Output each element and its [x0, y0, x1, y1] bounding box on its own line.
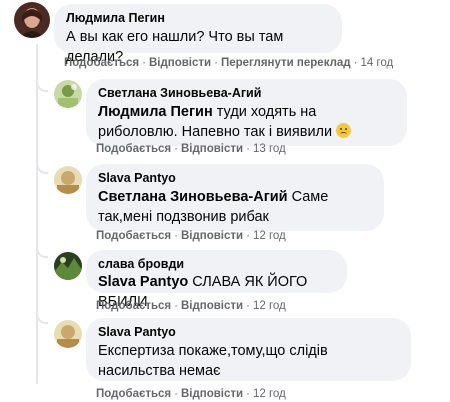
comment-author[interactable]: Slava Pantyo: [98, 171, 372, 186]
comment-bubble: Людмила Пегин А вы как его нашли? Что вы…: [54, 4, 342, 65]
comment-bubble: слава бровди Slava Pantyo СЛАВА ЯК ЙОГО …: [86, 250, 347, 310]
comment-author[interactable]: Светлана Зиновьева-Агий: [98, 86, 395, 101]
separator: ·: [246, 388, 250, 400]
avatar-photo-icon: [14, 2, 50, 38]
avatar-photo-icon: [54, 320, 82, 348]
comment-text: Светлана Зиновьева-Агий Саме так,мені по…: [98, 187, 372, 227]
comment-text: Людмила Пегин туди ходять на риболовлю. …: [98, 102, 395, 142]
like-button[interactable]: Подобається: [96, 388, 171, 400]
like-button[interactable]: Подобається: [64, 57, 139, 69]
like-button[interactable]: Подобається: [96, 230, 171, 242]
avatar[interactable]: [54, 320, 82, 348]
separator: ·: [246, 143, 250, 155]
separator: ·: [174, 388, 178, 400]
comment-bubble: Slava Pantyo Експертиза покаже,тому,що с…: [86, 318, 411, 381]
comment-timestamp[interactable]: 12 год: [253, 230, 286, 242]
comment-bubble: Slava Pantyo Светлана Зиновьева-Агий Сам…: [86, 164, 384, 231]
comment-actions: Подобається · Відповісти · 12 год: [96, 387, 286, 401]
comment-actions: Подобається · Відповісти · 13 год: [96, 142, 286, 156]
separator: ·: [174, 143, 178, 155]
separator: ·: [246, 230, 250, 242]
like-button[interactable]: Подобається: [96, 143, 171, 155]
comment-actions: Подобається · Відповісти · 12 год: [96, 299, 286, 313]
translate-button[interactable]: Переглянути переклад: [221, 57, 351, 69]
separator: ·: [174, 300, 178, 312]
mention-link[interactable]: Светлана Зиновьева-Агий: [98, 189, 288, 205]
comment-text: Експертиза покаже,тому,що слідів насильс…: [98, 343, 328, 379]
avatar[interactable]: [54, 252, 82, 280]
comment-actions: Подобається · Відповісти · 12 год: [96, 229, 286, 243]
separator: ·: [353, 57, 358, 69]
separator: ·: [214, 57, 218, 69]
reply-button[interactable]: Відповісти: [181, 388, 243, 400]
avatar-photo-icon: [54, 80, 82, 108]
comment-author[interactable]: Slava Pantyo: [98, 325, 399, 340]
reply-button[interactable]: Відповісти: [181, 230, 243, 242]
separator: ·: [174, 230, 178, 242]
avatar-photo-icon: [54, 166, 82, 194]
like-button[interactable]: Подобається: [96, 300, 171, 312]
avatar[interactable]: [14, 2, 50, 38]
comment-actions: Подобається · Відповісти · Переглянути перек…: [64, 56, 393, 70]
separator: ·: [246, 300, 250, 312]
comment-author[interactable]: слава бровди: [98, 257, 335, 272]
comment-timestamp[interactable]: 14 год: [360, 57, 393, 69]
sad-face-emoji-icon: [336, 123, 352, 138]
separator: ·: [142, 57, 146, 69]
reply-button[interactable]: Відповісти: [181, 143, 243, 155]
mention-link[interactable]: Людмила Пегин: [98, 104, 213, 120]
avatar-photo-icon: [54, 252, 82, 280]
comment-author[interactable]: Людмила Пегин: [66, 11, 330, 26]
comment-timestamp[interactable]: 13 год: [253, 143, 286, 155]
thread-line: [36, 44, 38, 384]
comment-timestamp[interactable]: 12 год: [253, 388, 286, 400]
comment-timestamp[interactable]: 12 год: [253, 300, 286, 312]
avatar[interactable]: [54, 80, 82, 108]
mention-link[interactable]: Slava Pantyo: [98, 274, 188, 290]
avatar[interactable]: [54, 166, 82, 194]
reply-button[interactable]: Відповісти: [181, 300, 243, 312]
comment-bubble: Светлана Зиновьева-Агий Людмила Пегин ту…: [86, 79, 407, 146]
reply-button[interactable]: Відповісти: [149, 57, 211, 69]
